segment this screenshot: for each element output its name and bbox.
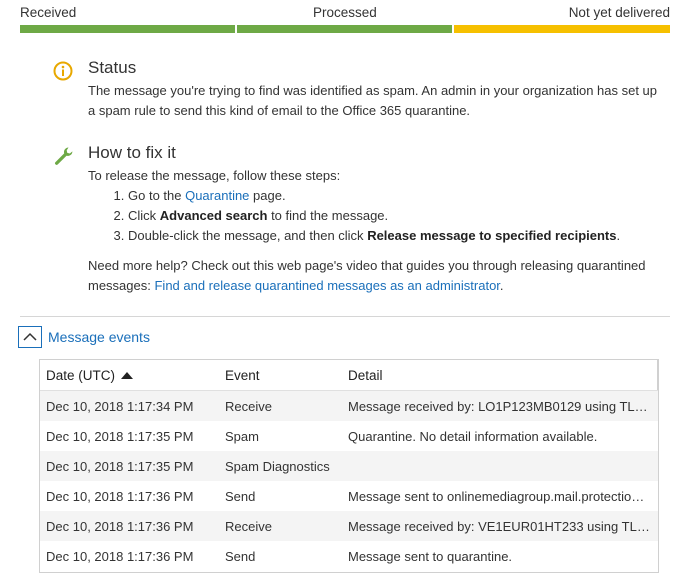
table-row[interactable]: Dec 10, 2018 1:17:36 PM Receive Message … — [40, 511, 658, 541]
message-events-toggle[interactable]: Message events — [18, 325, 150, 349]
table-header: Date (UTC) Event Detail — [40, 360, 658, 391]
fix-title: How to fix it — [88, 143, 176, 162]
quarantine-link[interactable]: Quarantine — [185, 188, 249, 203]
column-header-event[interactable]: Event — [225, 368, 348, 383]
progress-label-not-delivered: Not yet delivered — [568, 5, 670, 20]
progress-segment-received — [20, 25, 235, 33]
section-divider — [20, 316, 670, 317]
fix-section: How to fix it To release the message, fo… — [52, 143, 652, 308]
wrench-icon — [55, 147, 73, 165]
status-title: Status — [88, 58, 137, 77]
message-events-label[interactable]: Message events — [48, 329, 150, 345]
progress-label-processed: Processed — [313, 5, 377, 20]
collapse-button[interactable] — [18, 326, 42, 348]
fix-step-3: Double-click the message, and then click… — [128, 226, 658, 246]
progress-label-received: Received — [20, 5, 77, 20]
table-row[interactable]: Dec 10, 2018 1:17:35 PM Spam Diagnostics — [40, 451, 658, 481]
progress-segment-processed — [237, 25, 452, 33]
chevron-up-icon — [23, 332, 37, 341]
fix-step-2: Click Advanced search to find the messag… — [128, 206, 658, 226]
table-row[interactable]: Dec 10, 2018 1:17:35 PM Spam Quarantine.… — [40, 421, 658, 451]
progress-segment-not-delivered — [454, 25, 670, 33]
fix-instructions: To release the message, follow these ste… — [88, 166, 658, 296]
status-section: Status The message you're trying to find… — [52, 58, 657, 128]
status-description: The message you're trying to find was id… — [88, 83, 658, 118]
help-text: Need more help? Check out this web page'… — [88, 258, 646, 293]
table-body: Dec 10, 2018 1:17:34 PM Receive Message … — [40, 391, 658, 571]
fix-step-1: Go to the Quarantine page. — [128, 186, 658, 206]
delivery-progress-bar — [20, 25, 670, 33]
release-guide-link[interactable]: Find and release quarantined messages as… — [154, 278, 499, 293]
column-header-detail[interactable]: Detail — [348, 360, 658, 390]
info-icon — [53, 61, 73, 81]
sort-ascending-icon — [121, 371, 134, 379]
table-row[interactable]: Dec 10, 2018 1:17:36 PM Send Message sen… — [40, 541, 658, 571]
table-row[interactable]: Dec 10, 2018 1:17:36 PM Send Message sen… — [40, 481, 658, 511]
delivery-progress-labels: Received Processed Not yet delivered — [20, 5, 670, 23]
fix-steps: Go to the Quarantine page. Click Advance… — [88, 186, 658, 246]
table-row[interactable]: Dec 10, 2018 1:17:34 PM Receive Message … — [40, 391, 658, 421]
message-events-table: Date (UTC) Event Detail Dec 10, 2018 1:1… — [39, 359, 659, 573]
column-header-date[interactable]: Date (UTC) — [40, 368, 225, 383]
fix-intro: To release the message, follow these ste… — [88, 168, 341, 183]
